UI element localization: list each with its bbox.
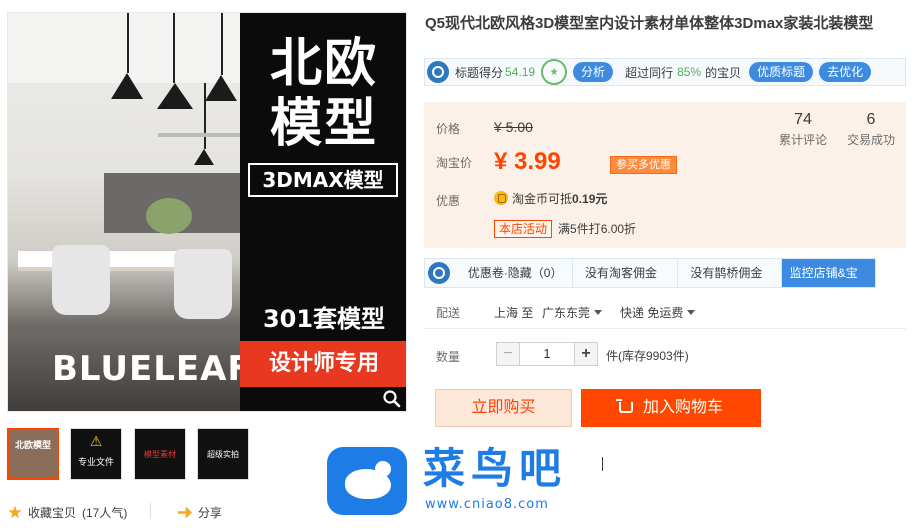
product-title: Q5现代北欧风格3D模型室内设计素材单体整体3Dmax家装北装模型 bbox=[425, 15, 874, 32]
reviews-label: 累计评论 bbox=[778, 133, 827, 147]
plugin-tab-icon bbox=[428, 262, 450, 284]
star-icon bbox=[8, 505, 22, 519]
panel-banner: 设计师专用 bbox=[240, 341, 406, 387]
thumbnail-4[interactable]: 超级实拍 bbox=[197, 428, 249, 480]
reviews-count: 74 bbox=[794, 111, 812, 128]
shipping-method[interactable]: 快递 免运费 bbox=[620, 304, 696, 321]
shop-offer-text: 满5件打6.00折 bbox=[558, 222, 637, 236]
shipping-destination[interactable]: 广东东莞 bbox=[542, 304, 603, 321]
optimize-title-button[interactable]: 优质标题 bbox=[749, 62, 814, 82]
seal-icon: ★ bbox=[541, 59, 568, 85]
go-optimize-button[interactable]: 去优化 bbox=[819, 62, 872, 82]
quantity-label: 数量 bbox=[436, 350, 461, 364]
divider bbox=[602, 457, 603, 471]
cart-icon bbox=[615, 399, 633, 413]
analyze-button[interactable]: 分析 bbox=[573, 62, 614, 82]
decrease-button[interactable]: − bbox=[496, 342, 520, 366]
interior-photo: BLUELEAF bbox=[8, 13, 240, 411]
deals-label: 交易成功 bbox=[846, 133, 895, 147]
collect-label: 收藏宝贝 bbox=[28, 506, 77, 520]
stock-text: 件(库存9903件) bbox=[606, 349, 689, 363]
logo-name: 菜鸟吧 bbox=[423, 444, 568, 493]
thumbnail-1[interactable]: 北欧模型 bbox=[7, 428, 59, 480]
zoom-icon[interactable] bbox=[382, 389, 402, 409]
deals-stat: 6 交易成功 bbox=[836, 111, 906, 148]
chevron-down-icon bbox=[594, 310, 603, 315]
bird-logo-icon bbox=[327, 447, 407, 515]
beyond-value: 85% bbox=[677, 65, 702, 79]
score-value: 54.19 bbox=[505, 65, 536, 79]
tab-queqiao[interactable]: 没有鹊桥佣金 bbox=[678, 259, 782, 287]
price-label: 价格 bbox=[436, 122, 461, 136]
shop-activity-tag[interactable]: 本店活动 bbox=[494, 220, 553, 238]
discount-label: 优惠 bbox=[436, 194, 461, 208]
quantity-stepper: − 1 + bbox=[496, 342, 598, 366]
price-panel: 价格 ¥ 5.00 淘宝价 ¥ 3.99 参买多优惠 74 累计评论 6 交易成… bbox=[424, 102, 906, 248]
panel-heading-2: 模型 bbox=[269, 94, 378, 154]
promo-tag[interactable]: 参买多优惠 bbox=[610, 156, 677, 174]
plugin-tabs: 优惠卷·隐藏（0） 没有淘客佣金 没有鹊桥佣金 监控店铺&宝贝 bbox=[424, 258, 876, 308]
brand-watermark: BLUELEAF bbox=[52, 349, 240, 389]
panel-format-label: 3DMAX模型 bbox=[248, 163, 398, 197]
score-label: 标题得分 bbox=[455, 65, 504, 80]
beyond-suffix: 的宝贝 bbox=[705, 65, 742, 80]
chevron-down-icon bbox=[687, 310, 696, 315]
increase-button[interactable]: + bbox=[574, 342, 598, 366]
reviews-stat[interactable]: 74 累计评论 bbox=[768, 111, 838, 148]
promo-panel: 北欧 模型 3DMAX模型 301套模型 设计师专用 bbox=[240, 13, 406, 411]
buy-now-button[interactable]: 立即购买 bbox=[435, 389, 572, 427]
panel-count: 301套模型 bbox=[262, 305, 386, 333]
original-price: ¥ 5.00 bbox=[494, 119, 533, 135]
site-logo: 菜鸟吧 www.cniao8.com bbox=[323, 443, 593, 519]
taobao-price-label: 淘宝价 bbox=[436, 156, 473, 170]
beyond-label: 超过同行 bbox=[625, 65, 674, 80]
shop-offer: 本店活动 满5件打6.00折 bbox=[494, 220, 636, 238]
tab-coupon[interactable]: 优惠卷·隐藏（0） bbox=[456, 259, 574, 287]
coin-value: 0.19元 bbox=[572, 192, 608, 206]
divider bbox=[150, 503, 151, 519]
quantity-input[interactable]: 1 bbox=[520, 342, 574, 366]
deals-count: 6 bbox=[866, 111, 876, 128]
collect-count: (17人气) bbox=[82, 506, 128, 520]
panel-heading-1: 北欧 bbox=[269, 34, 378, 94]
share-icon bbox=[178, 506, 192, 519]
coin-offer: 淘金币可抵0.19元 bbox=[494, 190, 607, 207]
title-score-bar: 标题得分 54.19 ★ 分析 超过同行 85% 的宝贝 优质标题 去优化 bbox=[424, 58, 906, 86]
thumbnail-2[interactable]: ⚠ 专业文件 bbox=[70, 428, 122, 480]
plugin-icon bbox=[427, 61, 449, 83]
share-label: 分享 bbox=[198, 506, 223, 520]
main-product-image[interactable]: BLUELEAF 北欧 模型 3DMAX模型 301套模型 设计师专用 bbox=[7, 12, 407, 412]
collect-button[interactable]: 收藏宝贝 (17人气) bbox=[8, 504, 127, 521]
shipping-label: 配送 bbox=[436, 306, 461, 320]
tab-taoke[interactable]: 没有淘客佣金 bbox=[573, 259, 679, 287]
divider bbox=[424, 328, 906, 329]
sale-price: ¥ 3.99 bbox=[494, 148, 561, 175]
tab-monitor[interactable]: 监控店铺&宝贝 bbox=[781, 259, 875, 308]
logo-url: www.cniao8.com bbox=[425, 497, 549, 512]
add-to-cart-button[interactable]: 加入购物车 bbox=[581, 389, 761, 427]
coin-icon bbox=[494, 191, 508, 205]
thumbnail-3[interactable]: 模型素材 bbox=[134, 428, 186, 480]
share-button[interactable]: 分享 bbox=[178, 504, 222, 521]
shipping-from: 上海 至 bbox=[494, 306, 534, 320]
